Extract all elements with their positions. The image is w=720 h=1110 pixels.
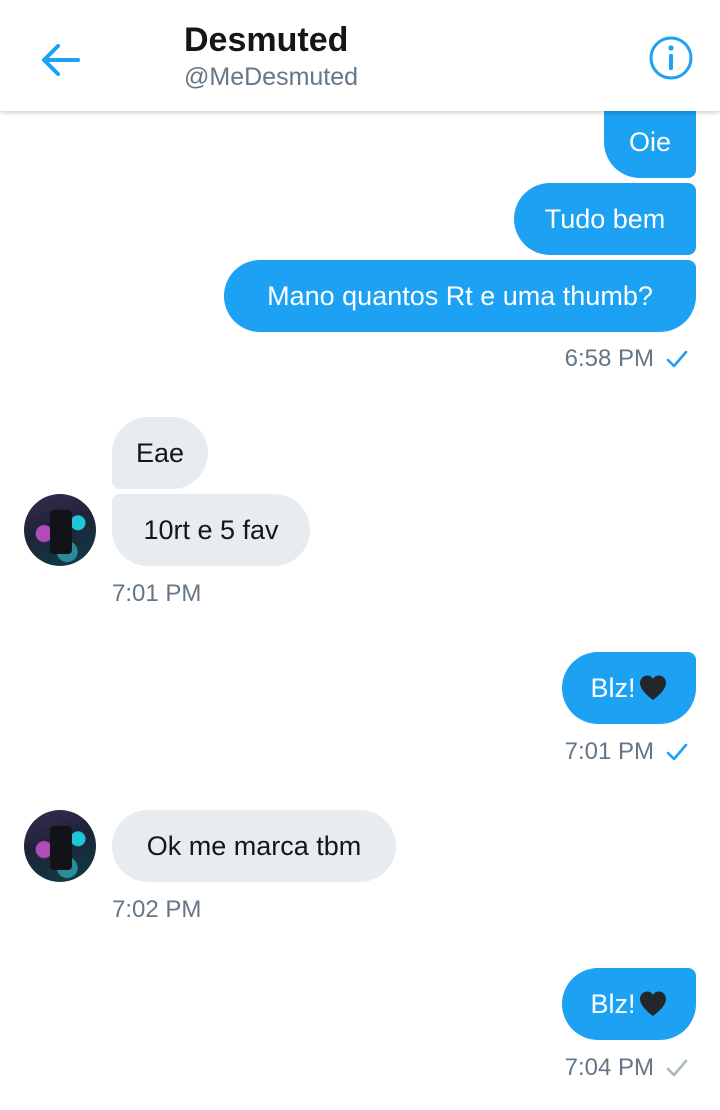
timestamp-text: 7:01 PM (564, 738, 654, 765)
timestamp-text: 6:58 PM (564, 345, 654, 372)
message-timestamp: 7:01 PM (112, 580, 202, 607)
message-text: Ok me marca tbm (146, 830, 362, 861)
message-timestamp: 7:01 PM (565, 737, 688, 767)
check-icon (666, 1059, 688, 1077)
message-text: Blz! (590, 988, 636, 1019)
message-text: Mano quantos Rt e uma thumb? (267, 280, 653, 311)
arrow-left-icon (42, 44, 80, 76)
conversation-title[interactable]: Desmuted @MeDesmuted (184, 20, 358, 93)
message-text: Eae (135, 437, 185, 468)
info-circle-icon (649, 36, 693, 80)
conversation-header: Desmuted @MeDesmuted (0, 0, 720, 111)
message-bubble-outgoing[interactable]: Oie (604, 106, 696, 178)
message-text: Oie (628, 126, 672, 157)
message-timestamp: 7:04 PM (565, 1053, 688, 1083)
message-timestamp: 6:58 PM (565, 344, 688, 374)
heart-icon (639, 675, 666, 700)
message-bubble-outgoing[interactable]: Blz! (562, 968, 696, 1040)
message-text: Blz! (590, 672, 636, 703)
timestamp-text: 7:04 PM (564, 1054, 654, 1081)
contact-name: Desmuted (184, 21, 349, 59)
heart-icon (639, 991, 666, 1016)
contact-handle: @MeDesmuted (184, 63, 359, 91)
avatar[interactable] (24, 494, 96, 566)
check-icon (666, 743, 688, 761)
avatar[interactable] (24, 810, 96, 882)
message-bubble-incoming[interactable]: 10rt e 5 fav (112, 494, 310, 566)
check-icon (666, 350, 688, 368)
message-bubble-incoming[interactable]: Ok me marca tbm (112, 810, 396, 882)
message-timestamp: 7:02 PM (112, 896, 202, 923)
info-button[interactable] (648, 35, 694, 81)
message-bubble-incoming[interactable]: Eae (112, 417, 208, 489)
message-text: Tudo bem (544, 203, 666, 234)
message-bubble-outgoing[interactable]: Tudo bem (514, 183, 696, 255)
back-button[interactable] (30, 30, 90, 90)
message-text: 10rt e 5 fav (143, 514, 279, 545)
message-bubble-outgoing[interactable]: Mano quantos Rt e uma thumb? (224, 260, 696, 332)
message-bubble-outgoing[interactable]: Blz! (562, 652, 696, 724)
